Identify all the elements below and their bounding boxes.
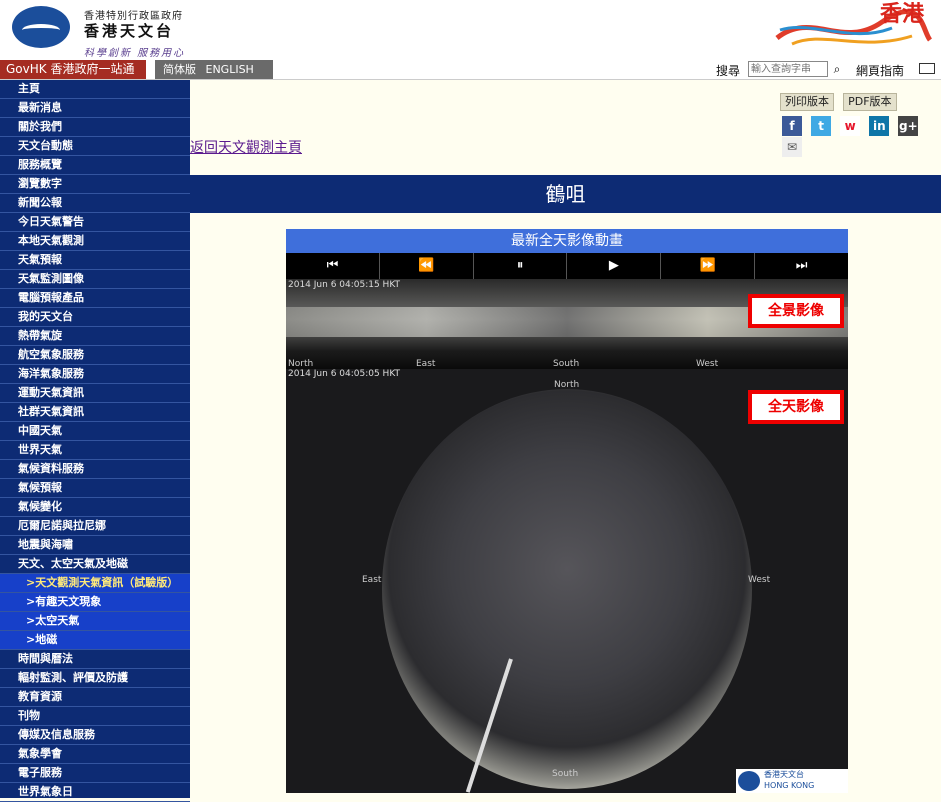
- hko-logo-icon[interactable]: [12, 6, 70, 48]
- allsky-timestamp: 2014 Jun 6 04:05:05 HKT: [288, 369, 401, 379]
- allsky-dir-north: North: [554, 380, 580, 390]
- sidebar-subitem[interactable]: >太空天氣: [0, 612, 190, 631]
- pano-dir-south: South: [553, 359, 580, 369]
- pano-dir-west: West: [696, 359, 719, 369]
- fast-forward-button[interactable]: ⏩: [661, 253, 756, 279]
- allsky-dir-east: East: [362, 575, 382, 585]
- sidebar-item[interactable]: 氣候變化: [0, 498, 190, 517]
- social-share-bar: f t w in g+ ✉: [782, 115, 941, 157]
- panorama-image: 2014 Jun 6 04:05:15 HKT North East South…: [286, 279, 848, 369]
- sidebar-subitem[interactable]: >地磁: [0, 631, 190, 650]
- site-guide-link[interactable]: 網頁指南: [856, 62, 904, 79]
- allsky-label: 全天影像: [748, 390, 844, 424]
- sidebar-item[interactable]: 新聞公報: [0, 194, 190, 213]
- hko-watermark-en: HONG KONG OBSERVATORY: [764, 781, 822, 793]
- weibo-icon[interactable]: w: [840, 116, 861, 136]
- hko-watermark-logo: 香港天文台 HONG KONG OBSERVATORY: [736, 769, 848, 793]
- sidebar-item[interactable]: 主頁: [0, 80, 190, 99]
- panorama-timestamp: 2014 Jun 6 04:05:15 HKT: [288, 280, 401, 290]
- twitter-icon[interactable]: t: [811, 116, 832, 136]
- allsky-dir-west: West: [748, 575, 771, 585]
- search-input[interactable]: [748, 61, 828, 77]
- sidebar-item[interactable]: 氣象學會: [0, 745, 190, 764]
- sidebar-item[interactable]: 電腦預報產品: [0, 289, 190, 308]
- sidebar-item[interactable]: 海洋氣象服務: [0, 365, 190, 384]
- fisheye-sky: [382, 389, 752, 789]
- sidebar-item[interactable]: 本地天氣觀測: [0, 232, 190, 251]
- language-switcher: 简体版 ENGLISH: [155, 60, 273, 79]
- sidebar-item[interactable]: 今日天氣警告: [0, 213, 190, 232]
- allsky-animation-player: 最新全天影像動畫 ⏮ ⏪ ⏸ ▶ ⏩ ⏭ 2014 Jun 6 04:05:15…: [286, 229, 848, 793]
- sidebar-item[interactable]: 中國天氣: [0, 422, 190, 441]
- sidebar-item[interactable]: 天氣監測圖像: [0, 270, 190, 289]
- sidebar-item[interactable]: 運動天氣資訊: [0, 384, 190, 403]
- search-label: 搜尋: [716, 64, 741, 78]
- lang-english[interactable]: ENGLISH: [206, 63, 254, 76]
- sidebar-item[interactable]: 我的天文台: [0, 308, 190, 327]
- player-title: 最新全天影像動畫: [286, 229, 848, 253]
- brand-hong-kong-logo: 香港: [772, 0, 933, 52]
- print-button[interactable]: 列印版本: [780, 93, 834, 111]
- print-toolbar: 列印版本 PDF版本: [776, 90, 897, 111]
- back-to-astronomy-home-link[interactable]: 返回天文觀測主頁: [190, 137, 302, 157]
- sidebar-nav: 主頁 最新消息 關於我們 天文台動態 服務概覽 瀏覽數字 新聞公報 今日天氣警告 本地天氣觀測天…: [0, 80, 190, 802]
- sidebar-item[interactable]: 傳媒及信息服務: [0, 726, 190, 745]
- last-frame-button[interactable]: ⏭: [755, 253, 848, 279]
- rewind-button[interactable]: ⏪: [380, 253, 474, 279]
- sidebar-item[interactable]: 地震與海嘯: [0, 536, 190, 555]
- sidebar-item[interactable]: 天文、太空天氣及地磁: [0, 555, 190, 574]
- sidebar-item[interactable]: 氣候預報: [0, 479, 190, 498]
- sidebar-item[interactable]: 社群天氣資訊: [0, 403, 190, 422]
- sidebar-item[interactable]: 刊物: [0, 707, 190, 726]
- sidebar-subitem[interactable]: >有趣天文現象: [0, 593, 190, 612]
- hko-watermark-cn: 香港天文台: [764, 770, 804, 779]
- sidebar-item[interactable]: 電子服務: [0, 764, 190, 783]
- pause-button[interactable]: ⏸: [474, 253, 568, 279]
- mail-icon[interactable]: [919, 63, 935, 74]
- top-bar: GovHK 香港政府一站通 简体版 ENGLISH 搜尋 ⌕ 網頁指南: [0, 60, 941, 80]
- govhk-link[interactable]: GovHK 香港政府一站通: [0, 60, 146, 79]
- sidebar-item[interactable]: 熱帶氣旋: [0, 327, 190, 346]
- sidebar-item[interactable]: 天文台動態: [0, 137, 190, 156]
- allsky-image: 2014 Jun 6 04:05:05 HKT North East West …: [286, 369, 848, 793]
- sidebar-item[interactable]: 世界天氣: [0, 441, 190, 460]
- pano-dir-north: North: [288, 359, 314, 369]
- sidebar-item[interactable]: 輻射監測、評價及防護: [0, 669, 190, 688]
- pano-dir-east: East: [416, 359, 436, 369]
- lang-simplified[interactable]: 简体版: [163, 63, 196, 76]
- sidebar-item[interactable]: 厄爾尼諾與拉尼娜: [0, 517, 190, 536]
- panorama-label: 全景影像: [748, 294, 844, 328]
- page-title: 鶴咀: [190, 175, 941, 213]
- sidebar-item[interactable]: 瀏覽數字: [0, 175, 190, 194]
- sidebar-item[interactable]: 最新消息: [0, 99, 190, 118]
- pdf-button[interactable]: PDF版本: [843, 93, 897, 111]
- sidebar-subitem[interactable]: >天文觀測天氣資訊（試驗版）: [0, 574, 190, 593]
- player-controls: ⏮ ⏪ ⏸ ▶ ⏩ ⏭: [286, 253, 848, 279]
- sidebar-item[interactable]: 服務概覽: [0, 156, 190, 175]
- play-button[interactable]: ▶: [567, 253, 662, 279]
- sidebar-item[interactable]: 世界氣象日: [0, 783, 190, 802]
- brand-text: 香港: [879, 2, 924, 27]
- first-frame-button[interactable]: ⏮: [286, 253, 380, 279]
- facebook-icon[interactable]: f: [782, 116, 802, 136]
- linkedin-icon[interactable]: in: [869, 116, 890, 136]
- sidebar-item[interactable]: 航空氣象服務: [0, 346, 190, 365]
- site-header: 香港特別行政區政府 香港天文台 科學創新 服務用心 香港: [0, 0, 941, 60]
- slogan: 科學創新 服務用心: [84, 48, 186, 59]
- email-share-icon[interactable]: ✉: [782, 137, 802, 157]
- dept-name[interactable]: 香港天文台: [84, 20, 174, 41]
- sidebar-item[interactable]: 天氣預報: [0, 251, 190, 270]
- google-plus-icon[interactable]: g+: [898, 116, 919, 136]
- sidebar-item[interactable]: 關於我們: [0, 118, 190, 137]
- sidebar-item[interactable]: 教育資源: [0, 688, 190, 707]
- sidebar-item[interactable]: 時間與曆法: [0, 650, 190, 669]
- sidebar-item[interactable]: 氣候資料服務: [0, 460, 190, 479]
- allsky-dir-south: South: [552, 769, 579, 779]
- search-icon[interactable]: ⌕: [828, 60, 846, 78]
